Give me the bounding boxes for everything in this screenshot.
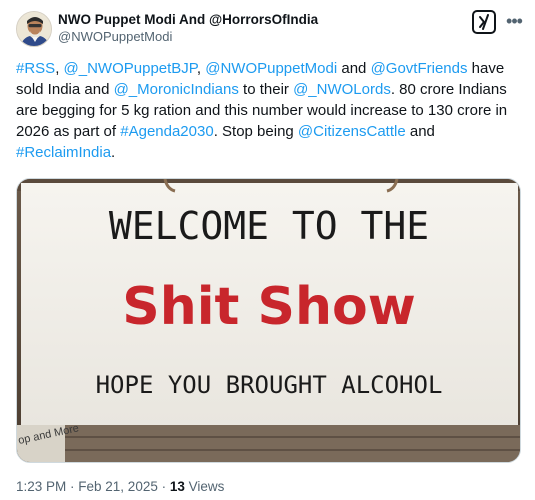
more-icon: ••• xyxy=(506,11,523,31)
author-block: NWO Puppet Modi And @HorrorsOfIndia @NWO… xyxy=(58,12,318,46)
hashtag-link[interactable]: #ReclaimIndia xyxy=(16,144,111,161)
mention-link[interactable]: @_NWOLords xyxy=(293,81,391,98)
meta-separator: · xyxy=(157,479,170,494)
views-count: 13 xyxy=(169,479,185,494)
hashtag-link[interactable]: #Agenda2030 xyxy=(120,123,213,140)
author-handle[interactable]: @NWOPuppetModi xyxy=(58,28,318,46)
sign-line-3: HOPE YOU BROUGHT ALCOHOL xyxy=(96,371,443,399)
tweet-text-segment: , xyxy=(55,60,64,77)
tweet-time[interactable]: 1:23 PM xyxy=(16,479,66,494)
avatar-image xyxy=(17,12,51,46)
tweet-date[interactable]: Feb 21, 2025 xyxy=(78,479,158,494)
tweet-text-segment: , xyxy=(196,60,206,77)
meta-separator: · xyxy=(66,479,79,494)
mention-link[interactable]: @NWOPuppetModi xyxy=(205,60,337,77)
author-name[interactable]: NWO Puppet Modi And @HorrorsOfIndia xyxy=(58,12,318,28)
tweet-meta: 1:23 PM · Feb 21, 2025 · 13 Views xyxy=(16,478,224,496)
grok-button[interactable] xyxy=(472,10,496,34)
tweet-media[interactable]: WELCOME TO THE Shit Show HOPE YOU BROUGH… xyxy=(16,178,521,463)
tweet-text-segment: and xyxy=(405,123,435,140)
mention-link[interactable]: @CitizensCattle xyxy=(298,123,406,140)
tweet-header: NWO Puppet Modi And @HorrorsOfIndia @NWO… xyxy=(16,10,524,50)
tweet-text-segment: . xyxy=(111,144,116,161)
avatar[interactable] xyxy=(16,11,52,47)
more-button[interactable]: ••• xyxy=(504,11,524,33)
views-label: Views xyxy=(184,479,225,494)
sign-image: WELCOME TO THE Shit Show HOPE YOU BROUGH… xyxy=(17,179,520,462)
mention-link[interactable]: @_NWOPuppetBJP xyxy=(64,60,197,77)
mention-link[interactable]: @_MoronicIndians xyxy=(114,81,239,98)
tweet-text: #RSS, @_NWOPuppetBJP, @NWOPuppetModi and… xyxy=(16,58,521,163)
mention-link[interactable]: @GovtFriends xyxy=(371,60,468,77)
tweet-text-segment: and xyxy=(337,60,371,77)
grok-icon xyxy=(479,14,489,30)
tweet-text-segment: to their xyxy=(238,81,294,98)
sign-line-1: WELCOME TO THE xyxy=(109,204,429,248)
hashtag-link[interactable]: #RSS xyxy=(16,60,55,77)
sign-line-2: Shit Show xyxy=(122,277,416,337)
tweet-text-segment: . Stop being xyxy=(213,123,298,140)
